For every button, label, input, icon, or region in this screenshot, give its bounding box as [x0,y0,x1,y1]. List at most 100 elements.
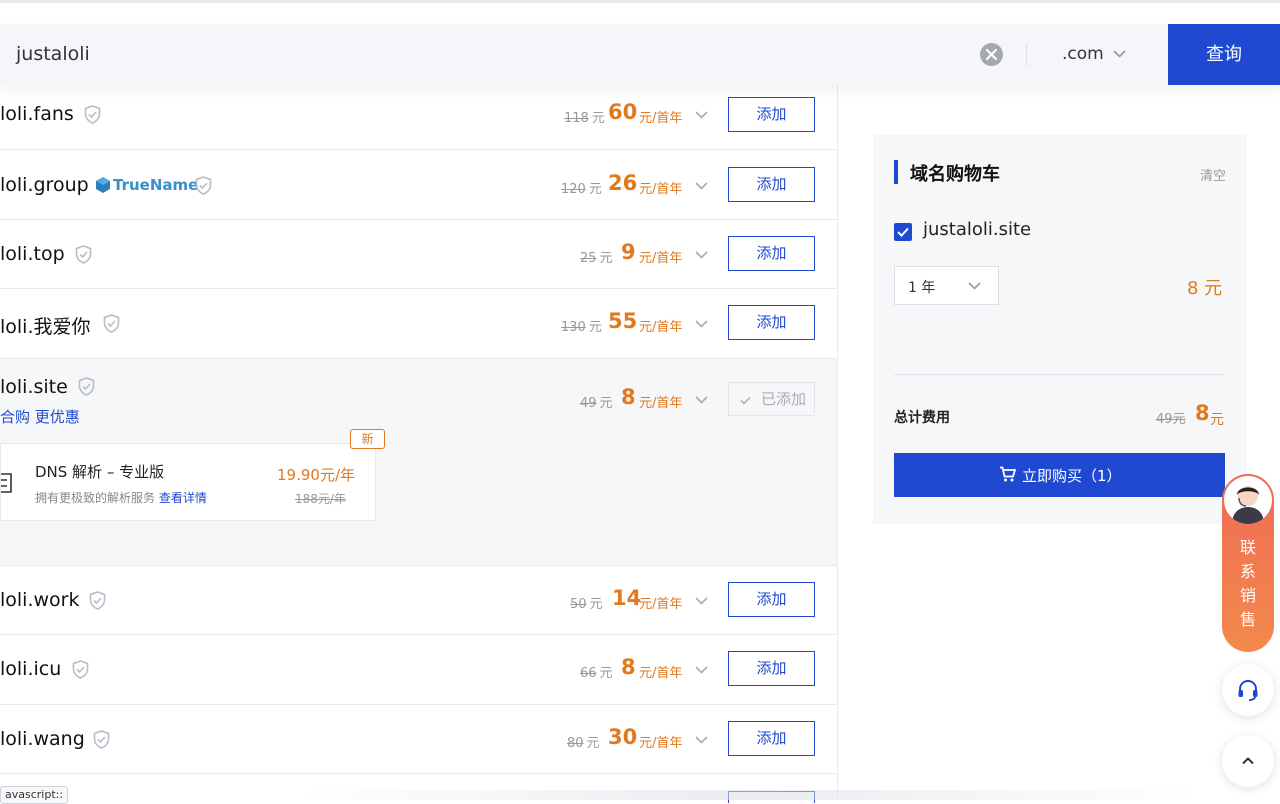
price-unit: 元/首年 [639,251,683,266]
cart-item-name: justaloli.site [923,219,1032,240]
contact-sales-label: 联 系 销 售 [1222,536,1274,632]
truename-logo-icon [96,177,110,193]
sales-char-3: 销 [1239,586,1256,605]
dns-server-icon [1,473,12,493]
price-unit: 元/首年 [639,396,683,411]
chevron-down-icon[interactable] [695,182,708,190]
period-value: 1 年 [908,280,936,296]
view-details-link[interactable]: 查看详情 [159,491,207,505]
suffix-select[interactable]: .com [1062,24,1104,85]
domain-search-bar: justaloli .com 查询 [0,24,1280,85]
domain-name: loli.wang [0,728,85,750]
chevron-down-icon[interactable] [695,396,708,404]
sales-char-2: 系 [1239,562,1256,581]
total-price-unit: 元 [1210,412,1224,428]
original-price: 118 元 [564,111,605,126]
add-button[interactable]: 添加 [728,305,815,340]
price-unit: 元/首年 [639,736,683,751]
price: 9 [621,240,636,264]
chevron-up-icon [1242,757,1254,765]
sales-char-4: 售 [1239,610,1256,629]
sales-agent-avatar [1224,476,1272,524]
price-unit: 元/首年 [639,182,683,197]
chevron-down-icon [968,282,981,290]
price: 60 [608,100,638,124]
price: 55 [608,309,638,333]
cart-item-checkbox[interactable] [894,223,912,241]
clear-icon[interactable] [980,43,1003,66]
shield-icon [103,314,120,333]
customer-service-button[interactable] [1222,664,1274,716]
price: 30 [608,725,638,749]
domain-name: loli.site [0,376,68,398]
clear-cart-link[interactable]: 清空 [1200,165,1226,184]
original-price: 50 元 [570,597,603,612]
domain-name: loli.fans [0,103,74,125]
add-button[interactable]: 添加 [728,721,815,756]
add-button[interactable]: 添加 [728,167,815,202]
chevron-down-icon[interactable] [1113,50,1126,58]
dns-title: DNS 解析 – 专业版 [35,463,165,481]
domain-name: loli.top [0,243,65,265]
chevron-down-icon[interactable] [695,251,708,259]
shield-icon [75,245,92,264]
chevron-down-icon[interactable] [695,597,708,605]
new-badge: 新 [350,429,385,449]
shopping-cart-icon [1000,466,1016,482]
buy-now-button[interactable]: 立即购买（1） [894,453,1225,497]
add-button[interactable]: 添加 [728,651,815,686]
original-price: 49 元 [580,396,613,411]
price-unit: 元/首年 [639,666,683,681]
domain-name: loli.work [0,589,80,611]
original-price: 130 元 [561,320,602,335]
cart-title-accent [894,160,898,184]
original-price: 25 元 [580,251,613,266]
chevron-down-icon[interactable] [695,736,708,744]
sales-char-1: 联 [1239,538,1256,557]
back-to-top-button[interactable] [1222,735,1274,787]
search-divider [1026,43,1027,66]
chevron-down-icon[interactable] [695,666,708,674]
chevron-down-icon[interactable] [695,320,708,328]
shield-icon [93,730,110,749]
status-url-chip: avascript:: [0,786,69,804]
bundle-promo-link[interactable]: 合购 更优惠 [0,406,80,427]
total-price: 8 [1195,401,1210,425]
original-price: 120 元 [561,182,602,197]
dns-description: 拥有更极致的解析服务 查看详情 [35,491,207,505]
chevron-down-icon[interactable] [695,111,708,119]
check-icon [740,396,751,405]
add-button[interactable]: 添加 [728,582,815,617]
shield-icon [89,591,106,610]
domain-row: loli.top 25 元 9 元/首年 添加 [0,220,837,289]
contact-sales-widget[interactable]: 联 系 销 售 [1222,474,1274,652]
shield-icon [78,377,95,396]
cart-item-price: 8 元 [1187,278,1223,299]
price: 26 [608,171,638,195]
buy-now-label: 立即购买（1） [1022,467,1122,485]
search-input[interactable]: justaloli [16,24,90,85]
price: 14 [612,586,642,610]
total-original-price: 49元 [1156,412,1186,427]
domain-name: loli.我爱你 [0,316,91,338]
add-button[interactable]: 添加 [728,97,815,132]
shield-icon [84,105,101,124]
price-unit: 元/首年 [639,320,683,335]
domain-row: loli.wang 80 元 30 元/首年 添加 [0,705,837,774]
dns-price: 19.90元/年 [277,466,355,484]
domain-row-selected: loli.site 合购 更优惠 49 元 8 元/首年 已添加 DNS 解析 –… [0,359,837,566]
added-button[interactable]: 已添加 [728,382,815,416]
search-button[interactable]: 查询 [1168,24,1280,85]
period-select[interactable]: 1 年 [894,266,999,305]
dns-original-price: 188元/年 [295,492,346,506]
bottom-scroll-shadow [300,790,1200,800]
domain-row: loli.icu 66 元 8 元/首年 添加 [0,635,837,705]
domain-name: loli.icu [0,658,62,680]
cart-divider [894,374,1225,375]
add-button[interactable]: 添加 [728,236,815,271]
domain-cart: 域名购物车 清空 justaloli.site 1 年 8 元 总计费用 49元… [873,135,1247,524]
domain-row: loli.group TrueName 120 元 26 元/首年 添加 [0,150,837,220]
price-unit: 元/首年 [639,597,683,612]
domain-row: loli.我爱你 130 元 55 元/首年 添加 [0,289,837,359]
dns-bundle-card[interactable]: DNS 解析 – 专业版 拥有更极致的解析服务 查看详情 19.90元/年 18… [0,429,385,521]
